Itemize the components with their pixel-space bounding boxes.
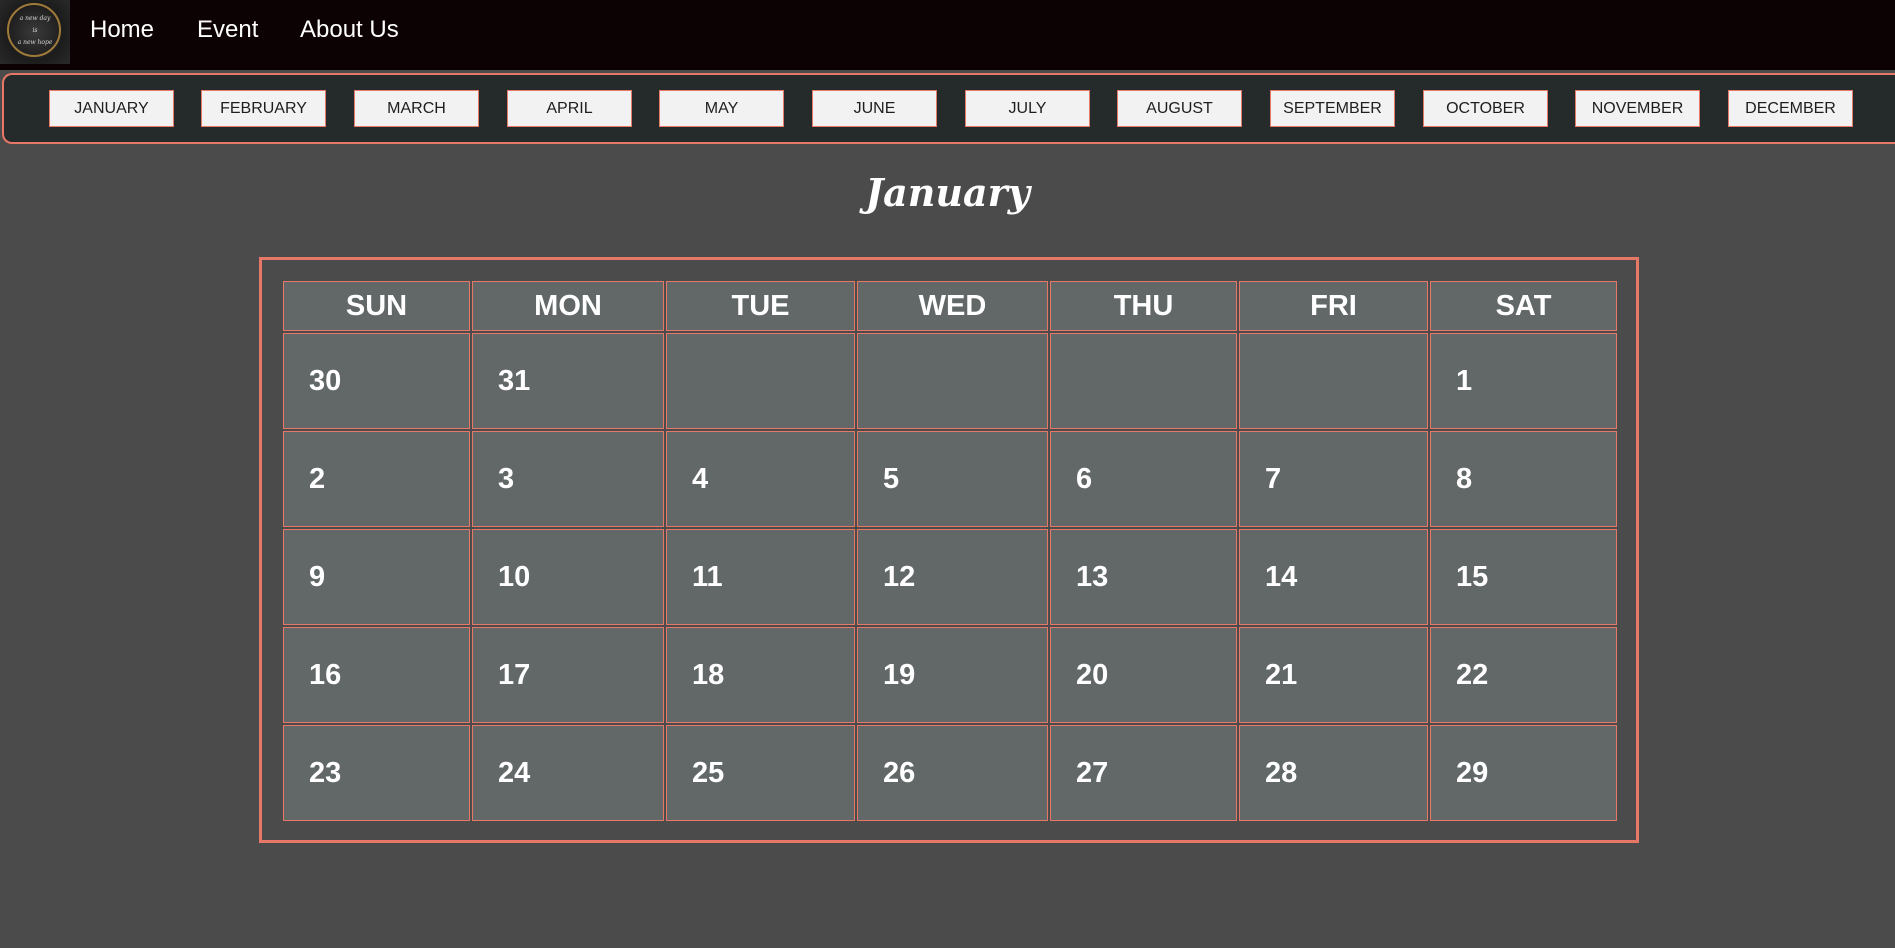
month-selector-bar: JANUARY FEBRUARY MARCH APRIL MAY JUNE JU… bbox=[2, 73, 1895, 144]
weekday-header-thu: THU bbox=[1050, 281, 1237, 331]
weekday-header-mon: MON bbox=[472, 281, 664, 331]
day-cell[interactable]: 9 bbox=[283, 529, 470, 625]
month-button-june[interactable]: JUNE bbox=[812, 90, 937, 127]
month-button-november[interactable]: NOVEMBER bbox=[1575, 90, 1700, 127]
day-cell[interactable] bbox=[1050, 333, 1237, 429]
logo-text-line-3: a new hope bbox=[17, 39, 53, 46]
day-cell[interactable]: 10 bbox=[472, 529, 664, 625]
weekday-header-sat: SAT bbox=[1430, 281, 1617, 331]
day-cell[interactable]: 28 bbox=[1239, 725, 1428, 821]
day-cell[interactable]: 25 bbox=[666, 725, 855, 821]
day-cell[interactable]: 14 bbox=[1239, 529, 1428, 625]
month-button-december[interactable]: DECEMBER bbox=[1728, 90, 1853, 127]
day-cell[interactable]: 11 bbox=[666, 529, 855, 625]
logo-text-line-2: is bbox=[32, 27, 38, 34]
month-button-march[interactable]: MARCH bbox=[354, 90, 479, 127]
month-button-september[interactable]: SEPTEMBER bbox=[1270, 90, 1395, 127]
day-cell[interactable] bbox=[666, 333, 855, 429]
month-button-august[interactable]: AUGUST bbox=[1117, 90, 1242, 127]
day-cell[interactable]: 29 bbox=[1430, 725, 1617, 821]
weekday-header-fri: FRI bbox=[1239, 281, 1428, 331]
logo-text-line-1: a new day bbox=[19, 15, 51, 22]
day-cell[interactable]: 20 bbox=[1050, 627, 1237, 723]
day-cell[interactable] bbox=[857, 333, 1048, 429]
day-cell[interactable]: 5 bbox=[857, 431, 1048, 527]
day-cell[interactable]: 26 bbox=[857, 725, 1048, 821]
calendar-month-title: January bbox=[865, 170, 1030, 215]
day-cell[interactable]: 17 bbox=[472, 627, 664, 723]
day-cell[interactable]: 16 bbox=[283, 627, 470, 723]
day-cell[interactable]: 22 bbox=[1430, 627, 1617, 723]
day-cell[interactable]: 15 bbox=[1430, 529, 1617, 625]
weekday-header-tue: TUE bbox=[666, 281, 855, 331]
day-cell[interactable]: 7 bbox=[1239, 431, 1428, 527]
day-cell[interactable]: 24 bbox=[472, 725, 664, 821]
month-button-may[interactable]: MAY bbox=[659, 90, 784, 127]
calendar-grid: SUN MON TUE WED THU FRI SAT 30 31 1 2 3 … bbox=[259, 257, 1639, 843]
day-cell[interactable]: 13 bbox=[1050, 529, 1237, 625]
month-button-january[interactable]: JANUARY bbox=[49, 90, 174, 127]
top-navbar: a new day is a new hope Home Event About… bbox=[0, 0, 1895, 70]
day-cell[interactable]: 2 bbox=[283, 431, 470, 527]
site-logo[interactable]: a new day is a new hope bbox=[0, 0, 70, 64]
month-button-july[interactable]: JULY bbox=[965, 90, 1090, 127]
day-cell[interactable]: 31 bbox=[472, 333, 664, 429]
weekday-header-sun: SUN bbox=[283, 281, 470, 331]
day-cell[interactable]: 18 bbox=[666, 627, 855, 723]
weekday-header-wed: WED bbox=[857, 281, 1048, 331]
day-cell[interactable]: 6 bbox=[1050, 431, 1237, 527]
day-cell[interactable]: 23 bbox=[283, 725, 470, 821]
day-cell[interactable]: 21 bbox=[1239, 627, 1428, 723]
month-button-april[interactable]: APRIL bbox=[507, 90, 632, 127]
day-cell[interactable]: 3 bbox=[472, 431, 664, 527]
day-cell[interactable]: 19 bbox=[857, 627, 1048, 723]
nav-link-event[interactable]: Event bbox=[197, 16, 258, 44]
day-cell[interactable]: 8 bbox=[1430, 431, 1617, 527]
day-cell[interactable] bbox=[1239, 333, 1428, 429]
month-button-february[interactable]: FEBRUARY bbox=[201, 90, 326, 127]
day-cell[interactable]: 27 bbox=[1050, 725, 1237, 821]
nav-link-about-us[interactable]: About Us bbox=[300, 16, 399, 44]
day-cell[interactable]: 4 bbox=[666, 431, 855, 527]
day-cell[interactable]: 1 bbox=[1430, 333, 1617, 429]
day-cell[interactable]: 12 bbox=[857, 529, 1048, 625]
month-button-october[interactable]: OCTOBER bbox=[1423, 90, 1548, 127]
nav-link-home[interactable]: Home bbox=[90, 16, 154, 44]
day-cell[interactable]: 30 bbox=[283, 333, 470, 429]
